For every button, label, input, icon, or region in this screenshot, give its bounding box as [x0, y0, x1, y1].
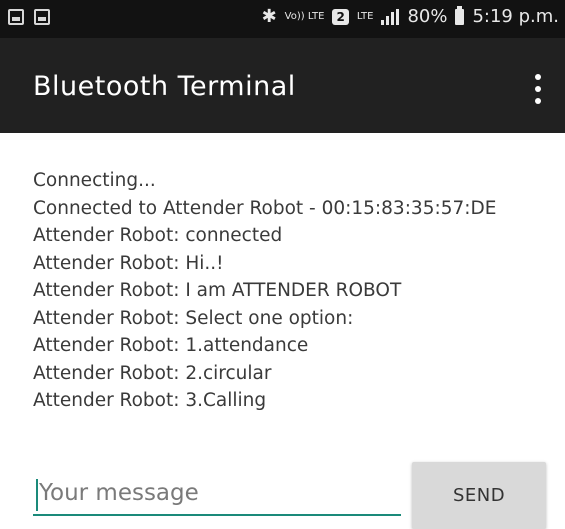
volte-indicator: Vo)) LTE [284, 10, 325, 22]
log-line: Attender Robot: 2.circular [33, 362, 272, 384]
log-line: Attender Robot: 1.attendance [33, 335, 309, 356]
terminal-log: Connecting... Connected to Attender Robo… [33, 167, 553, 415]
battery-percent: 80% [407, 6, 448, 27]
image-icon [8, 9, 24, 25]
log-line: Attender Robot: I am ATTENDER ROBOT [33, 280, 402, 301]
app-title: Bluetooth Terminal [33, 71, 296, 102]
message-input[interactable] [33, 472, 401, 516]
app-bar: Bluetooth Terminal [0, 38, 565, 133]
log-line: Connecting... [33, 170, 156, 191]
log-line: Attender Robot: 3.Calling [33, 390, 267, 411]
status-bar-right: ✱ Vo)) LTE 2 LTE 80% 5:19 p.m. [261, 5, 559, 27]
signal-icon [381, 8, 400, 25]
log-line: Attender Robot: connected [33, 225, 283, 246]
notification-icon [34, 9, 50, 25]
clock: 5:19 p.m. [472, 6, 559, 27]
lte-indicator: LTE [356, 10, 374, 22]
text-cursor [36, 479, 38, 511]
status-bar-left [8, 9, 50, 25]
log-line: Attender Robot: Hi..! [33, 252, 224, 274]
battery-icon [455, 5, 465, 25]
status-bar: ✱ Vo)) LTE 2 LTE 80% 5:19 p.m. [0, 0, 565, 38]
log-line: Attender Robot: Select one option: [33, 307, 354, 329]
overflow-menu-icon[interactable] [533, 74, 543, 104]
bluetooth-icon: ✱ [261, 6, 277, 27]
log-line: Connected to Attender Robot - 00:15:83:3… [33, 197, 497, 219]
sim-indicator: 2 [332, 8, 349, 25]
send-button[interactable]: SEND [412, 462, 546, 529]
